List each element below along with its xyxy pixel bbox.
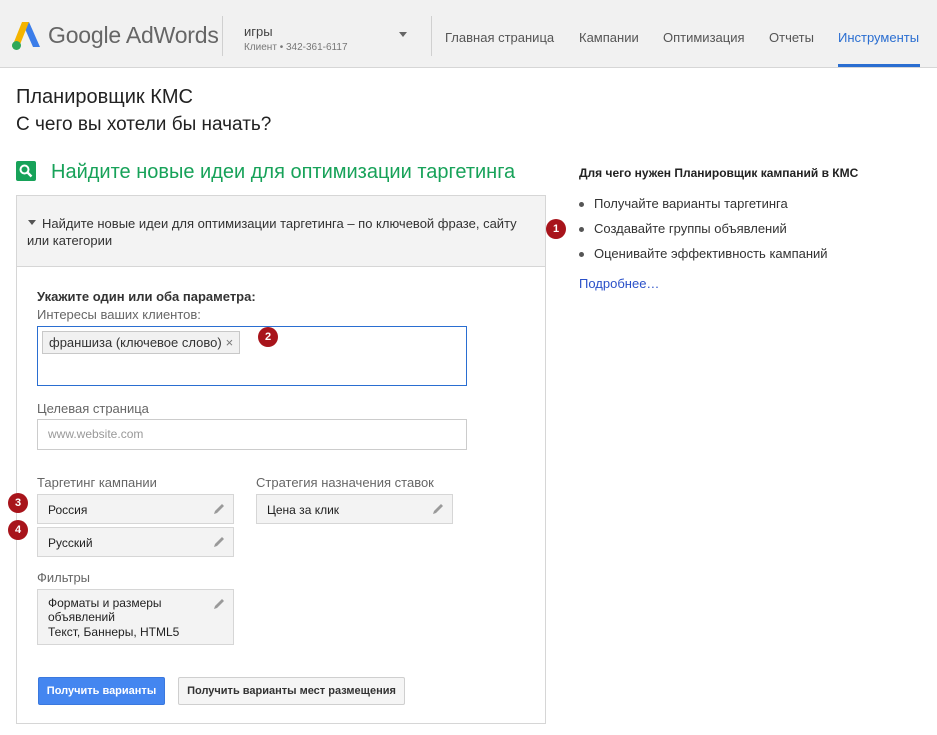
keyword-chip-label: франшиза (ключевое слово): [49, 335, 222, 350]
badge-1: 1: [546, 219, 566, 239]
keyword-chip[interactable]: франшиза (ключевое слово) ×: [42, 331, 241, 354]
sidebar-title: Для чего нужен Планировщик кампаний в КМ…: [579, 166, 859, 180]
instruction-label: Укажите один или оба параметра:: [37, 289, 256, 304]
pencil-icon[interactable]: [212, 502, 226, 516]
badge-2: 2: [258, 327, 278, 347]
nav-reports[interactable]: Отчеты: [769, 30, 814, 45]
account-selector[interactable]: игры Клиент • 342-361-6117: [244, 24, 348, 53]
filters-field[interactable]: Форматы и размеры объявлений Текст, Банн…: [37, 589, 234, 645]
nav-home[interactable]: Главная страница: [445, 30, 554, 45]
sidebar-list: Получайте варианты таргетинга Создавайте…: [579, 196, 828, 271]
page-title: Планировщик КМС: [16, 86, 193, 108]
chevron-down-icon[interactable]: [399, 32, 407, 37]
page-subtitle: С чего вы хотели бы начать?: [16, 114, 272, 135]
get-placement-ideas-button[interactable]: Получить варианты мест размещения: [178, 677, 405, 705]
bullet-icon: [579, 202, 584, 207]
location-value: Россия: [48, 503, 88, 517]
list-item: Получайте варианты таргетинга: [579, 196, 828, 221]
pencil-icon[interactable]: [212, 597, 226, 611]
logo-text[interactable]: Google AdWords: [48, 22, 219, 49]
interests-label: Интересы ваших клиентов:: [37, 307, 201, 322]
chip-remove-icon[interactable]: ×: [226, 335, 234, 350]
list-item-text: Оценивайте эффективность кампаний: [594, 246, 828, 261]
divider: [222, 16, 223, 56]
bullet-icon: [579, 227, 584, 232]
filters-label: Фильтры: [37, 570, 91, 585]
panel-header[interactable]: Найдите новые идеи для оптимизации тарге…: [17, 196, 545, 267]
list-item-text: Получайте варианты таргетинга: [594, 196, 788, 211]
landing-page-placeholder: www.website.com: [48, 427, 144, 441]
divider: [431, 16, 432, 56]
location-field[interactable]: Россия: [37, 494, 234, 524]
badge-4: 4: [8, 520, 28, 540]
language-value: Русский: [48, 536, 93, 550]
bidding-value: Цена за клик: [267, 503, 340, 517]
list-item: Оценивайте эффективность кампаний: [579, 246, 828, 271]
nav-tools[interactable]: Инструменты: [838, 30, 919, 45]
filter-value: Текст, Баннеры, HTML5: [48, 625, 180, 639]
search-icon: [16, 161, 36, 181]
bullet-icon: [579, 252, 584, 257]
learn-more-link[interactable]: Подробнее…: [579, 276, 659, 291]
active-tab-indicator: [838, 64, 920, 67]
list-item: Создавайте группы объявлений: [579, 221, 828, 246]
pencil-icon[interactable]: [431, 502, 445, 516]
nav-campaigns[interactable]: Кампании: [579, 30, 639, 45]
list-item-text: Создавайте группы объявлений: [594, 221, 787, 236]
language-field[interactable]: Русский: [37, 527, 234, 557]
interests-input[interactable]: франшиза (ключевое слово) ×: [37, 326, 467, 386]
bidding-field[interactable]: Цена за клик: [256, 494, 453, 524]
filter-title: Форматы и размеры объявлений: [48, 596, 162, 624]
nav-optimization[interactable]: Оптимизация: [663, 30, 745, 45]
adwords-logo-icon[interactable]: [12, 21, 40, 51]
account-name: игры: [244, 24, 273, 39]
landing-page-input[interactable]: www.website.com: [37, 419, 467, 450]
section-heading: Найдите новые идеи для оптимизации тарге…: [51, 161, 516, 183]
get-ideas-button[interactable]: Получить варианты: [38, 677, 165, 705]
badge-3: 3: [8, 493, 28, 513]
pencil-icon[interactable]: [212, 535, 226, 549]
account-meta: Клиент • 342-361-6117: [244, 42, 348, 53]
bidding-label: Стратегия назначения ставок: [256, 475, 434, 490]
ideas-panel: Найдите новые идеи для оптимизации тарге…: [16, 195, 546, 724]
panel-header-text: Найдите новые идеи для оптимизации тарге…: [27, 216, 517, 248]
landing-page-label: Целевая страница: [37, 401, 149, 416]
top-bar: Google AdWords игры Клиент • 342-361-611…: [0, 0, 937, 68]
targeting-label: Таргетинг кампании: [37, 475, 157, 490]
